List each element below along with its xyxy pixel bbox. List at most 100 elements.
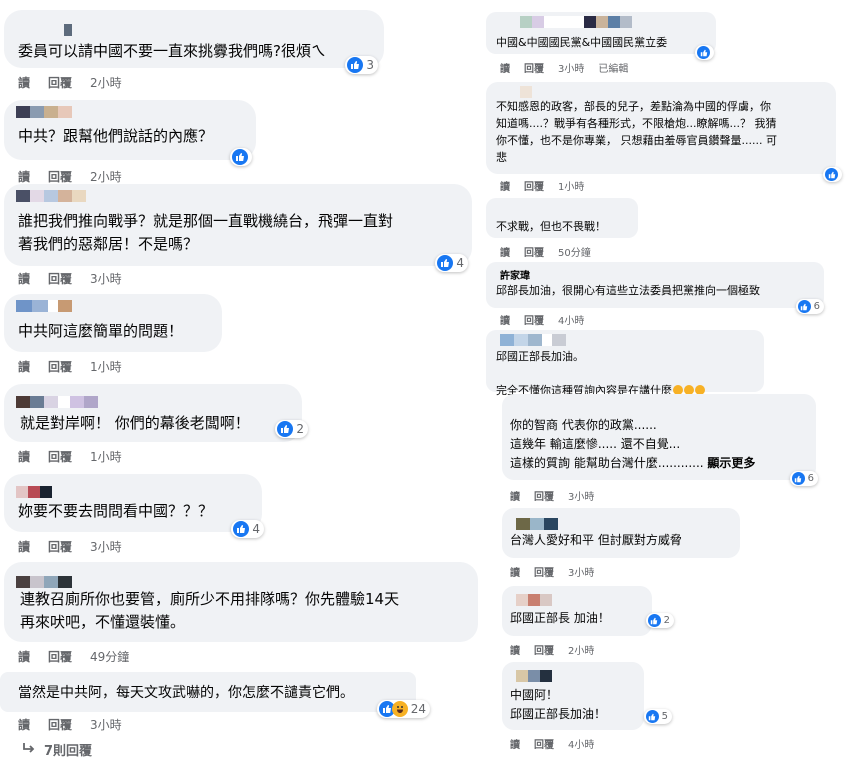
comment: 你的智商 代表你的政黨...... 這幾年 輸這麼慘..... 還不自覺... … [502,394,818,503]
timestamp[interactable]: 2小時 [90,168,122,185]
comment-actions: 讀 回覆 49分鐘 [18,648,129,665]
timestamp[interactable]: 3小時 [90,270,122,287]
reply-button[interactable]: 讀 [18,168,30,185]
comment-author[interactable]: 許家瑋 [500,267,530,282]
reply-button[interactable]: 讀 [18,716,30,733]
respond-button[interactable]: 回覆 [48,168,72,185]
respond-button[interactable]: 回覆 [524,244,544,259]
reply-button[interactable]: 讀 [500,178,510,193]
respond-button[interactable]: 回覆 [48,538,72,555]
respond-button[interactable]: 回覆 [48,648,72,665]
comment-text: 中共？跟幫他們說話的內應？ [18,127,214,145]
reply-button[interactable]: 讀 [18,74,30,91]
comment: 許家瑋 邱部長加油，很開心有這些立法委員把黨推向一個極致 6 讀 回覆 4小時 [486,262,824,327]
reply-button[interactable]: 讀 [18,448,30,465]
comment-bubble: 你的智商 代表你的政黨...... 這幾年 輸這麼慘..... 還不自覺... … [502,394,818,486]
reaction-count[interactable]: 4 [435,254,468,272]
respond-button[interactable]: 回覆 [524,60,544,75]
comment: 妳要不要去問問看中國？？？ 4 讀 回覆 3小時 [4,474,264,554]
reply-button[interactable]: 讀 [500,244,510,259]
respond-button[interactable]: 回覆 [524,178,544,193]
comment-text: 誰把我們推向戰爭？就是那個一直戰機繞台，飛彈一直對 著我們的惡鄰居！不是嗎？ [18,212,394,253]
comment: 邱國正部長加油。 完全不懂你這種質詢內容是在講什麼 [486,330,764,397]
timestamp[interactable]: 3小時 [568,564,594,579]
redacted-name [500,334,566,346]
timestamp[interactable]: 49分鐘 [90,648,129,665]
redacted-name [520,16,632,28]
timestamp[interactable]: 1小時 [90,448,122,465]
comment-bubble: 誰把我們推向戰爭？就是那個一直戰機繞台，飛彈一直對 著我們的惡鄰居！不是嗎？ 4 [4,184,472,272]
reply-button[interactable]: 讀 [500,312,510,327]
comment-text: 邱部長加油，很開心有這些立法委員把黨推向一個極致 [496,284,760,297]
comment-text: 不求戰，但也不畏戰！ [496,220,606,233]
reply-button[interactable]: 讀 [18,648,30,665]
comment-actions: 讀 回覆 2小時 [18,168,122,185]
like-icon [825,168,838,181]
reaction-count[interactable]: 24 [376,700,430,718]
reaction-count[interactable]: 3 [345,56,378,74]
respond-button[interactable]: 回覆 [534,564,554,579]
redacted-name [16,190,86,202]
redacted-name [16,106,72,118]
comment-bubble: 當然是中共阿，每天文攻武嚇的，你怎麼不譴責它們。 24 [0,672,430,718]
timestamp[interactable]: 4小時 [558,312,584,327]
timestamp[interactable]: 3小時 [558,60,584,75]
reply-button[interactable]: 讀 [510,736,520,751]
timestamp[interactable]: 4小時 [568,736,594,751]
comment-actions: 讀 回覆 2小時 [510,642,594,657]
comment-text: 連教召廁所你也要管，廁所少不用排隊嗎？你先體驗14天 再來吠吧，不懂還裝懂。 [20,590,400,631]
reply-button[interactable]: 讀 [18,538,30,555]
respond-button[interactable]: 回覆 [48,448,72,465]
respond-button[interactable]: 回覆 [48,716,72,733]
timestamp[interactable]: 3小時 [568,488,594,503]
respond-button[interactable]: 回覆 [48,74,72,91]
reaction-count[interactable]: 6 [795,299,824,314]
respond-button[interactable]: 回覆 [524,312,544,327]
comment: 連教召廁所你也要管，廁所少不用排隊嗎？你先體驗14天 再來吠吧，不懂還裝懂。 讀… [4,562,478,664]
reply-button[interactable]: 讀 [18,358,30,375]
timestamp[interactable]: 2小時 [568,642,594,657]
view-replies-label: 7則回覆 [44,744,93,759]
view-replies-link[interactable]: 7則回覆 [22,740,92,759]
like-icon [797,300,811,313]
see-more-link[interactable]: 顯示更多 [707,456,755,470]
reaction-count[interactable]: 2 [275,420,308,438]
redacted-name [516,518,558,530]
like-icon [697,46,710,59]
reaction-count[interactable] [230,148,252,166]
reaction-count[interactable]: 2 [645,613,674,628]
respond-button[interactable]: 回覆 [48,358,72,375]
reaction-count[interactable]: 6 [789,471,818,486]
comment: 中共？跟幫他們說話的內應？ 讀 回覆 2小時 [4,100,256,184]
timestamp[interactable]: 3小時 [90,716,122,733]
comment: 不知感恩的政客，部長的兒子，差點淪為中國的俘虜，你 知道嗎....？戰爭有各種形… [486,82,842,193]
reaction-count[interactable] [695,45,714,60]
reaction-count[interactable]: 4 [231,520,264,538]
comment-actions: 讀 回覆 4小時 [510,736,594,751]
respond-button[interactable]: 回覆 [534,488,554,503]
respond-button[interactable]: 回覆 [534,642,554,657]
comment-bubble: 妳要不要去問問看中國？？？ 4 [4,474,264,538]
reply-button[interactable]: 讀 [510,642,520,657]
reply-button[interactable]: 讀 [510,488,520,503]
reply-button[interactable]: 讀 [500,60,510,75]
reaction-count[interactable]: 5 [643,709,672,724]
comment-bubble: 就是對岸啊！ 你們的幕後老闆啊！ 2 [4,384,308,442]
respond-button[interactable]: 回覆 [534,736,554,751]
reaction-count[interactable] [823,167,842,182]
redacted-name [16,486,52,498]
comment-actions: 讀 回覆 3小時 [18,538,122,555]
reply-button[interactable]: 讀 [18,270,30,287]
like-icon [791,472,805,485]
edited-label: 已編輯 [598,64,629,75]
timestamp[interactable]: 50分鐘 [558,244,591,259]
comment-bubble: 中國&中國國民黨&中國國民黨立委 [486,12,716,60]
comment-bubble: 不知感恩的政客，部長的兒子，差點淪為中國的俘虜，你 知道嗎....？戰爭有各種形… [486,82,842,182]
timestamp[interactable]: 2小時 [90,74,122,91]
timestamp[interactable]: 3小時 [90,538,122,555]
timestamp[interactable]: 1小時 [90,358,122,375]
reply-button[interactable]: 讀 [510,564,520,579]
respond-button[interactable]: 回覆 [48,270,72,287]
comment-actions: 讀 回覆 3小時 [510,564,594,579]
timestamp[interactable]: 1小時 [558,178,584,193]
